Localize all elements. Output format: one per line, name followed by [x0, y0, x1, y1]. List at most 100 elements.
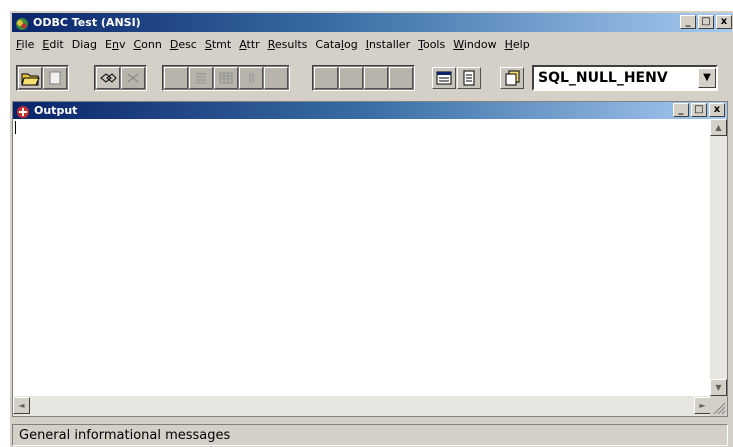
output-title-bar[interactable]: Output _ □ x	[13, 102, 727, 119]
scroll-right-button[interactable]: ►	[694, 397, 711, 414]
app-icon	[15, 16, 29, 30]
open-folder-icon	[21, 73, 40, 86]
menu-catalog-label-a: Cata	[315, 37, 341, 51]
menu-edit[interactable]: Edit	[38, 38, 67, 51]
menu-edit-label-b: dit	[49, 37, 64, 51]
toolbar-group-results	[312, 65, 415, 91]
menu-results-label-b: esults	[274, 37, 308, 51]
menu-attr-label-b: ttr	[246, 37, 260, 51]
stmt-button-5[interactable]	[264, 67, 288, 89]
scroll-left-button[interactable]: ◄	[13, 397, 30, 414]
menu-env-label-a: E	[105, 37, 112, 51]
menu-catalog-label-b: og	[343, 37, 358, 51]
stmt-button-4[interactable]	[239, 67, 263, 89]
toolbar-group-connect	[94, 65, 147, 91]
horizontal-scrollbar[interactable]: ◄ ►	[13, 396, 711, 416]
results-button-1[interactable]	[314, 67, 338, 89]
scroll-down-button[interactable]: ▼	[710, 379, 727, 396]
menu-stmt[interactable]: Stmt	[201, 38, 235, 51]
list-icon	[196, 73, 206, 84]
grid-icon	[219, 72, 233, 84]
text-caret	[15, 121, 16, 134]
output-text-area[interactable]	[13, 119, 711, 396]
app-window: ODBC Test (ANSI) _ □ x File Edit Diag En…	[9, 10, 733, 447]
results-button-2[interactable]	[339, 67, 363, 89]
disconnect-icon	[127, 73, 139, 83]
blank-page-icon	[49, 71, 61, 85]
menu-window[interactable]: Window	[449, 38, 500, 51]
document-icon	[463, 70, 475, 86]
blank-button[interactable]	[43, 67, 67, 89]
menu-conn-mnemonic: C	[133, 37, 142, 51]
resize-grip-icon	[713, 402, 726, 415]
size-grip[interactable]	[710, 396, 727, 416]
menu-desc-label-b: esc	[178, 37, 197, 51]
maximize-button[interactable]: □	[698, 15, 714, 29]
stmt-button-2[interactable]	[189, 67, 213, 89]
status-bar: General informational messages	[12, 424, 728, 446]
menu-conn-label-b: onn	[141, 37, 162, 51]
output-maximize-button[interactable]: □	[691, 103, 707, 117]
output-minimize-button[interactable]: _	[673, 103, 689, 117]
connect-button[interactable]	[96, 67, 120, 89]
close-button[interactable]: x	[716, 15, 732, 29]
param-icon	[249, 73, 254, 83]
menu-window-label-b: indow	[463, 37, 497, 51]
minimize-button[interactable]: _	[680, 15, 696, 29]
menu-installer-label-b: nstaller	[368, 37, 411, 51]
title-bar[interactable]: ODBC Test (ANSI) _ □ x	[12, 13, 732, 32]
output-window: Output _ □ x ▲ ▼ ◄ ►	[12, 101, 728, 417]
menu-diag-label-a: Dia	[71, 37, 91, 51]
menu-file[interactable]: File	[12, 38, 38, 51]
output-window-icon	[16, 104, 30, 118]
menu-env-label-b: v	[118, 37, 126, 51]
full-connect-button[interactable]	[432, 67, 456, 89]
vertical-scrollbar[interactable]: ▲ ▼	[710, 119, 727, 396]
menu-results[interactable]: Results	[264, 38, 312, 51]
handle-selector-value: SQL_NULL_HENV	[538, 70, 668, 86]
results-button-4[interactable]	[389, 67, 413, 89]
handles-button[interactable]	[500, 67, 524, 89]
menu-help[interactable]: Help	[501, 38, 534, 51]
window-title: ODBC Test (ANSI)	[33, 16, 141, 29]
window-icon	[436, 71, 452, 85]
output-title: Output	[34, 104, 78, 117]
stacked-docs-icon	[505, 70, 520, 86]
menu-desc[interactable]: Desc	[166, 38, 201, 51]
handle-selector[interactable]: SQL_NULL_HENV ▼	[532, 65, 718, 91]
menu-window-mnemonic: W	[453, 37, 464, 51]
toolbar-group-handles	[498, 65, 526, 91]
menu-file-label-b: ile	[21, 37, 35, 51]
open-folder-button[interactable]	[18, 67, 42, 89]
menu-diag-mnemonic: g	[90, 37, 97, 51]
scroll-up-button[interactable]: ▲	[710, 119, 727, 136]
document-button[interactable]	[457, 67, 481, 89]
stmt-button-3[interactable]	[214, 67, 238, 89]
disconnect-button[interactable]	[121, 67, 145, 89]
menu-env[interactable]: Env	[101, 38, 129, 51]
menu-help-label-b: elp	[512, 37, 530, 51]
menu-attr[interactable]: Attr	[235, 38, 264, 51]
toolbar-group-view	[430, 65, 483, 91]
chevron-down-icon[interactable]: ▼	[698, 68, 716, 88]
menu-attr-mnemonic: A	[239, 37, 247, 51]
toolbar-group-stmt	[162, 65, 290, 91]
menu-bar: File Edit Diag Env Conn Desc Stmt Attr R…	[12, 35, 534, 53]
output-close-button[interactable]: x	[709, 103, 725, 117]
menu-stmt-mnemonic: S	[204, 37, 212, 51]
menu-installer[interactable]: Installer	[362, 38, 414, 51]
menu-env-mnemonic: n	[111, 37, 119, 51]
stmt-button-1[interactable]	[164, 67, 188, 89]
connect-icon	[100, 73, 117, 83]
results-button-3[interactable]	[364, 67, 388, 89]
menu-catalog[interactable]: Catalog	[311, 38, 361, 51]
menu-conn[interactable]: Conn	[129, 38, 165, 51]
menu-help-mnemonic: H	[504, 37, 513, 51]
menu-tools-label-b: ools	[422, 37, 446, 51]
toolbar: SQL_NULL_HENV ▼	[12, 57, 728, 93]
toolbar-group-file	[16, 65, 69, 91]
menu-stmt-label-b: tmt	[211, 37, 232, 51]
menu-diag[interactable]: Diag	[68, 38, 101, 51]
menu-results-mnemonic: R	[267, 37, 275, 51]
menu-tools[interactable]: Tools	[414, 38, 449, 51]
